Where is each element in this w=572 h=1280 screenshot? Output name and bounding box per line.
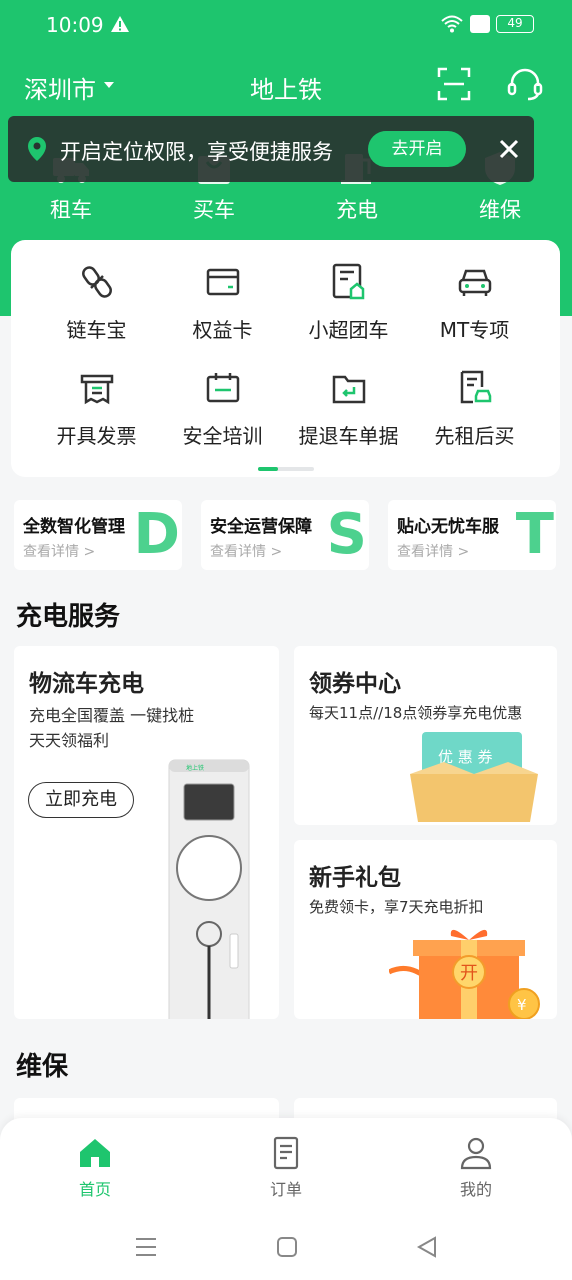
promo-digital-management[interactable]: D 全数智化管理 查看详情 > xyxy=(14,500,182,570)
grid-item-label: 链车宝 xyxy=(66,318,127,342)
card-title: 物流车充电 xyxy=(29,671,144,697)
grid-pager xyxy=(258,467,314,471)
promo-title: 贴心无忧车服 xyxy=(397,517,499,537)
promo-letter: D xyxy=(133,502,180,567)
charger-brand-label: 地上铁 xyxy=(186,764,204,772)
grid-item-label: 先租后买 xyxy=(434,424,515,448)
app-title: 地上铁 xyxy=(250,76,322,104)
top-nav: 深圳市 地上铁 xyxy=(0,60,572,110)
grid-item-return-docs[interactable]: 提退车单据 xyxy=(280,368,417,449)
grid-item-link-car[interactable]: 链车宝 xyxy=(28,262,165,343)
promo-details-link: 查看详情 > xyxy=(397,544,470,560)
link-icon xyxy=(81,266,112,298)
location-permission-banner: 开启定位权限，享受便捷服务 去开启 xyxy=(8,116,534,182)
card-desc: 充电全国覆盖 一键找桩 xyxy=(29,706,195,725)
grid-item-label: MT专项 xyxy=(439,318,510,342)
card-coupon-center[interactable]: 领券中心 每天11点//18点领券享充电优惠 优 惠 券 xyxy=(294,646,557,825)
back-icon[interactable] xyxy=(414,1234,440,1260)
card-title: 领券中心 xyxy=(309,671,401,697)
rent-buy-icon xyxy=(460,370,491,404)
grid-item-group-car[interactable]: 小超团车 xyxy=(280,262,417,343)
return-doc-icon xyxy=(332,375,365,404)
wifi-icon xyxy=(441,15,463,33)
invoice-icon xyxy=(80,374,113,405)
grid-item-label: 提退车单据 xyxy=(298,424,399,448)
tab-label: 订单 xyxy=(269,1180,302,1199)
gift-box-image: 开 ¥ xyxy=(389,929,540,1019)
grid-pager-active xyxy=(258,467,278,471)
promo-letter: S xyxy=(326,502,367,567)
category-label: 买车 xyxy=(193,198,235,222)
promo-letter: T xyxy=(515,502,554,567)
warning-icon xyxy=(111,16,129,32)
quick-access-grid: 链车宝 权益卡 小超团车 MT专项 开具发票 安全培训 提退车单据 先租后买 xyxy=(11,240,560,477)
menu-icon[interactable] xyxy=(133,1234,159,1260)
card-logistics-charging[interactable]: 物流车充电 充电全国覆盖 一键找桩 天天领福利 立即充电 地上铁 xyxy=(14,646,279,1019)
coupon-box-image: 优 惠 券 xyxy=(410,732,538,822)
section-title-maintenance: 维保 xyxy=(16,1052,69,1082)
profile-icon xyxy=(460,1137,492,1170)
card-newbie-gift[interactable]: 新手礼包 免费领卡，享7天充电折扣 开 ¥ xyxy=(294,840,557,1019)
promo-title: 安全运营保障 xyxy=(210,517,312,537)
training-icon xyxy=(206,373,239,403)
gift-open-badge: 开 xyxy=(460,963,478,984)
grid-item-rent-then-buy[interactable]: 先租后买 xyxy=(406,368,543,449)
status-time: 10:09 xyxy=(46,13,104,37)
tab-label: 我的 xyxy=(459,1180,492,1199)
grid-item-label: 安全培训 xyxy=(182,424,263,448)
card-desc: 天天领福利 xyxy=(29,731,110,750)
card-desc: 免费领卡，享7天充电折扣 xyxy=(309,898,484,916)
grid-item-label: 权益卡 xyxy=(192,318,253,342)
coin-symbol: ¥ xyxy=(517,996,527,1014)
location-banner-text: 开启定位权限，享受便捷服务 xyxy=(60,140,333,164)
grid-item-invoice[interactable]: 开具发票 xyxy=(28,368,165,449)
promo-safety-operation[interactable]: S 安全运营保障 查看详情 > xyxy=(201,500,369,570)
headset-icon[interactable] xyxy=(506,66,544,102)
grid-item-label: 开具发票 xyxy=(56,424,137,448)
grid-item-safety-training[interactable]: 安全培训 xyxy=(154,368,291,449)
category-label: 维保 xyxy=(479,198,521,222)
order-icon xyxy=(273,1136,299,1170)
card-title: 新手礼包 xyxy=(309,865,401,891)
card-icon xyxy=(206,268,239,296)
sim-off-icon xyxy=(470,15,490,33)
status-bar: 10:09 49 xyxy=(0,0,572,52)
category-label: 充电 xyxy=(336,198,378,222)
promo-title: 全数智化管理 xyxy=(23,517,125,537)
tab-orders[interactable]: 订单 xyxy=(246,1136,326,1200)
close-icon[interactable] xyxy=(496,136,522,162)
charge-now-button[interactable]: 立即充电 xyxy=(28,782,134,818)
grid-item-label: 小超团车 xyxy=(308,318,389,342)
battery-icon: 49 xyxy=(496,15,534,33)
car-front-icon xyxy=(458,269,491,296)
tab-label: 首页 xyxy=(78,1180,111,1199)
grid-item-benefit-card[interactable]: 权益卡 xyxy=(154,262,291,343)
promo-car-service[interactable]: T 贴心无忧车服 查看详情 > xyxy=(388,500,556,570)
promo-details-link: 查看详情 > xyxy=(23,544,96,560)
tab-home[interactable]: 首页 xyxy=(55,1136,135,1200)
scan-icon[interactable] xyxy=(436,66,472,102)
category-label: 租车 xyxy=(50,198,92,222)
promo-details-link: 查看详情 > xyxy=(210,544,283,560)
location-pin-icon xyxy=(28,137,46,161)
charger-station-image: 地上铁 xyxy=(168,759,250,1019)
grid-item-mt-special[interactable]: MT专项 xyxy=(406,262,543,343)
tab-profile[interactable]: 我的 xyxy=(436,1136,516,1200)
home-square-icon[interactable] xyxy=(274,1234,300,1260)
enable-location-button[interactable]: 去开启 xyxy=(368,131,466,167)
bottom-tab-bar: 首页 订单 我的 xyxy=(0,1118,572,1216)
system-nav-bar xyxy=(0,1216,572,1280)
home-icon xyxy=(80,1139,110,1167)
card-desc: 每天11点//18点领券享充电优惠 xyxy=(309,704,523,722)
group-car-icon xyxy=(332,263,364,300)
section-title-charging: 充电服务 xyxy=(16,602,121,632)
